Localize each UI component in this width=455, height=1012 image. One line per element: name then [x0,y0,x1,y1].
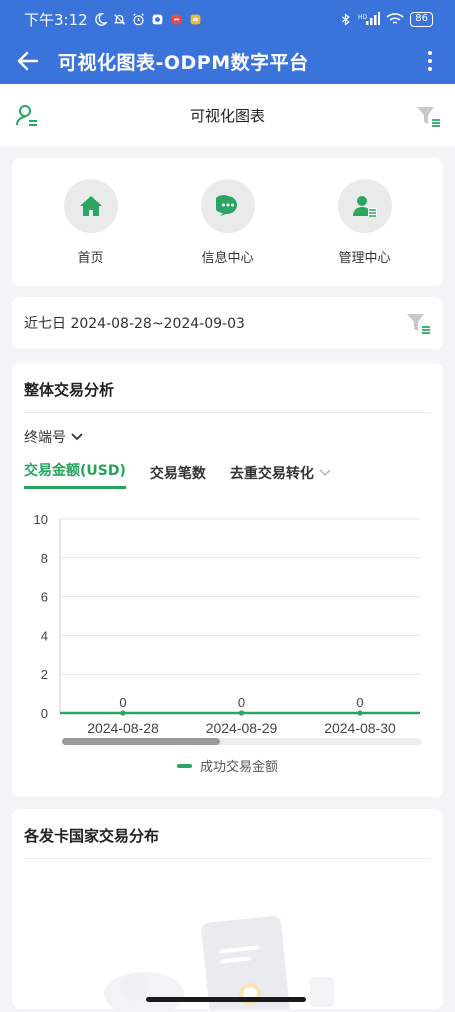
legend-swatch [176,763,192,768]
data-point [238,710,245,716]
x-tick-label: 2024-08-29 [206,720,278,736]
nav-icon-circle [337,178,392,233]
more-dot-icon [428,67,432,71]
distribution-title: 各发卡国家交易分布 [24,809,431,859]
nav-icon-circle [200,178,255,233]
notification-off-icon [113,13,125,25]
battery-indicator: 86 [410,11,433,27]
tab-label: 去重交易转化 [229,466,314,482]
bluetooth-icon [342,12,351,26]
tab-dedup-conversion[interactable]: 去重交易转化 [230,463,332,489]
y-tick-label: 0 [41,706,48,721]
top-bar: 下午3:12 HD 86 可视化图表-ODPM数字平台 [0,0,455,84]
y-tick-label: 4 [41,628,48,643]
user-switch-icon[interactable] [14,103,40,129]
home-icon [79,195,102,216]
legend-label: 成功交易金额 [199,760,278,775]
more-dot-icon [428,59,432,63]
nav-label-message-center: 信息中心 [201,250,254,266]
more-dot-icon [428,51,432,55]
status-time: 下午3:12 [24,10,88,29]
data-label: 0 [356,695,363,710]
y-tick-label: 6 [41,590,48,605]
status-bar: 下午3:12 HD 86 [0,0,455,38]
back-button[interactable] [12,45,44,77]
data-point [120,710,126,716]
analysis-title: 整体交易分析 [24,363,431,413]
quick-nav-card: 首页 信息中心 管理中心 [12,158,443,286]
terminal-dropdown[interactable]: 终端号 [24,427,84,447]
manage-icon [352,195,377,217]
y-tick-label: 8 [41,551,48,566]
data-label: 0 [238,695,245,710]
nav-item-home[interactable]: 首页 [36,178,146,266]
sub-header: 可视化图表 [0,84,455,148]
chart-scrollbar-thumb [62,738,220,745]
alarm-icon [132,12,144,25]
wifi-icon [386,13,404,24]
chat-icon [215,194,237,216]
app-notification-yellow-icon [190,14,201,24]
nav-item-management-center[interactable]: 管理中心 [310,178,420,266]
data-point [357,710,363,716]
y-tick-label: 2 [41,667,48,682]
y-tick-label: 10 [34,512,48,527]
app-bar: 可视化图表-ODPM数字平台 [0,38,455,84]
date-filter-card[interactable]: 近七日 2024-08-28~2024-09-03 [12,297,443,349]
more-options-button[interactable] [415,45,445,77]
home-indicator[interactable] [146,997,306,1002]
subheader-title: 可视化图表 [189,107,265,125]
date-range-text: 近七日 2024-08-28~2024-09-03 [24,316,245,332]
tab-transaction-count[interactable]: 交易笔数 [150,463,206,489]
nav-item-message-center[interactable]: 信息中心 [173,178,283,266]
nav-icon-circle [63,178,118,233]
x-tick-label: 2024-08-28 [87,720,159,736]
status-right: HD 86 [339,11,433,27]
metric-tabs: 交易金额(USD) 交易笔数 去重交易转化 [24,459,431,489]
filter-icon[interactable] [405,311,431,335]
nav-label-home: 首页 [77,250,104,266]
signal-icon: HD [358,12,381,25]
nav-label-management-center: 管理中心 [338,250,391,266]
app-notification-red-icon [171,14,182,24]
chevron-down-icon [319,469,331,477]
transaction-amount-chart: 0 2 4 6 8 10 0 2024-08-28 0 2024-08-29 0 2024-08-30 [34,512,422,745]
svg-text:HD: HD [358,14,368,21]
app-notification-icon [152,14,163,24]
app-title: 可视化图表-ODPM数字平台 [58,51,309,74]
transaction-analysis-card: 整体交易分析 终端号 交易金额(USD) 交易笔数 去重交易转化 0 2 4 6 8 10… [12,363,443,797]
data-label: 0 [119,695,126,710]
arrow-left-icon [17,51,39,71]
empty-state-illustration [104,915,334,1009]
x-tick-label: 2024-08-30 [324,720,396,736]
status-left: 下午3:12 [24,9,202,30]
country-distribution-card: 各发卡国家交易分布 [12,809,443,1009]
tab-amount-usd[interactable]: 交易金额(USD) [24,460,126,489]
tab-label: 交易金额(USD) [24,463,126,479]
chart-legend: 成功交易金额 [12,756,443,775]
tab-label: 交易笔数 [149,466,206,482]
filter-icon[interactable] [415,104,441,128]
chevron-down-icon [71,433,83,441]
terminal-label: 终端号 [24,430,66,446]
moon-icon [94,12,107,26]
